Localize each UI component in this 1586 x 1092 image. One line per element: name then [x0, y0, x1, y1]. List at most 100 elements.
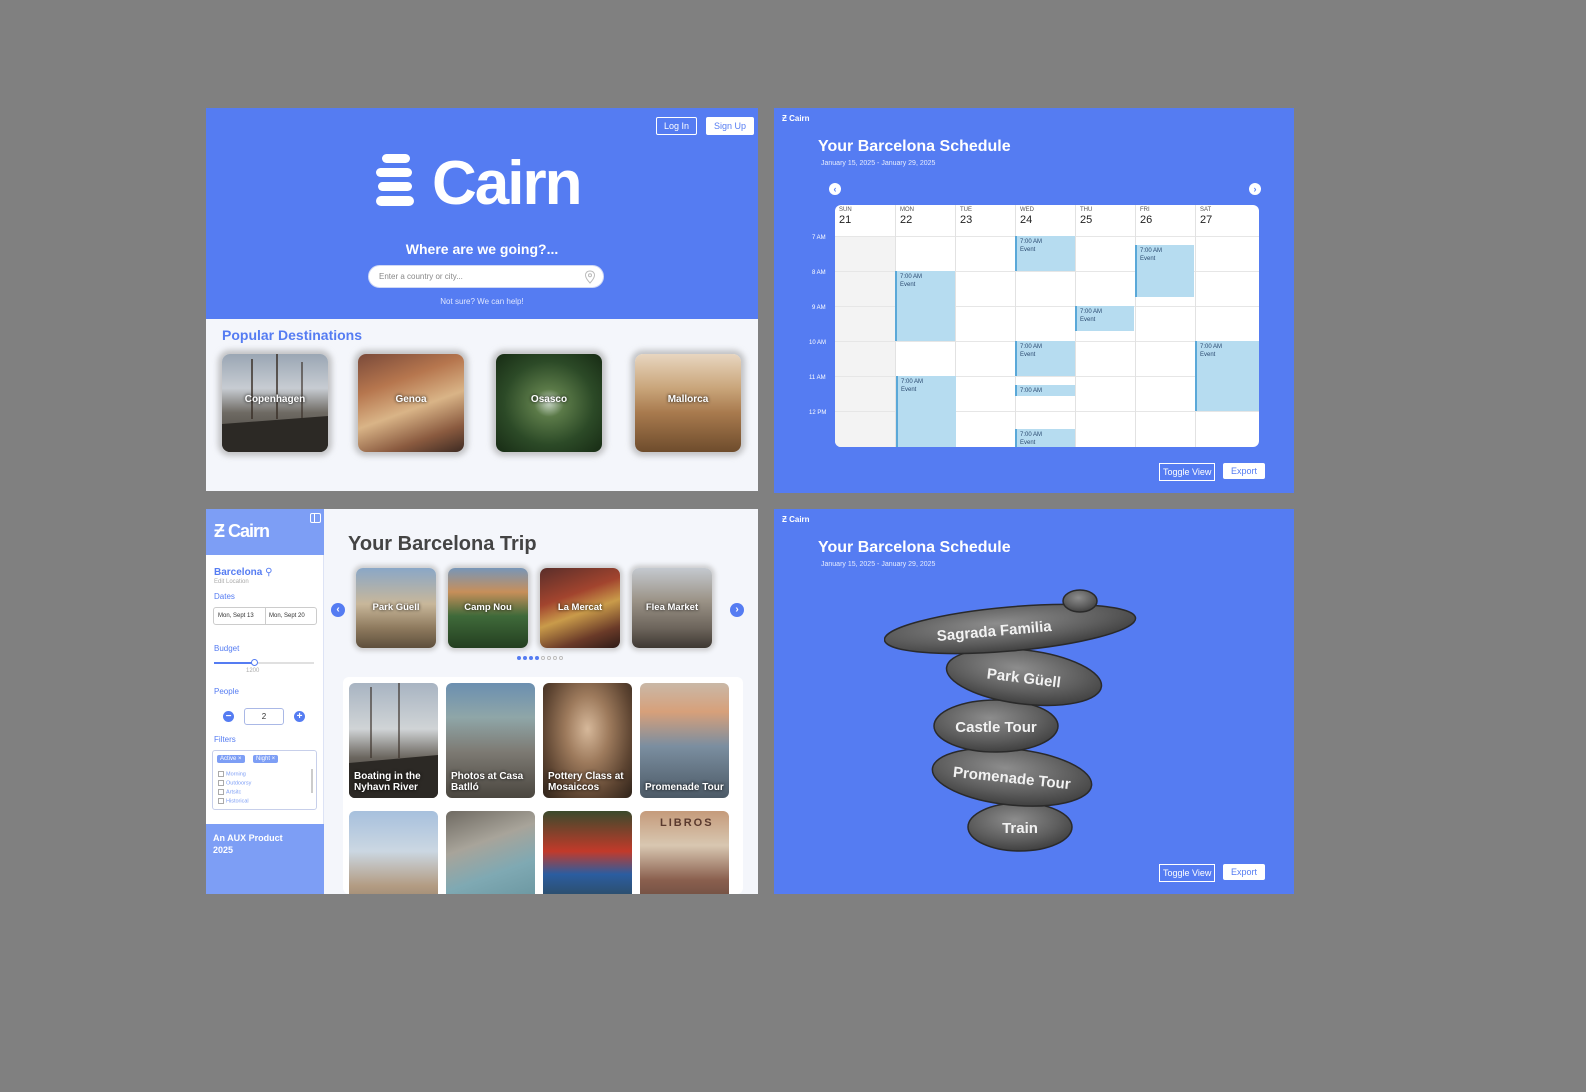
chevron-left-icon[interactable]: ‹: [829, 183, 841, 195]
chevron-right-icon[interactable]: ›: [1249, 183, 1261, 195]
pagination-dot[interactable]: [553, 656, 557, 660]
budget-slider-handle[interactable]: [251, 659, 258, 666]
destination-card[interactable]: Genoa: [358, 354, 464, 452]
activity-label: Photos at Casa Batlló: [451, 771, 524, 793]
increment-icon[interactable]: +: [294, 711, 305, 722]
destination-name: Genoa: [395, 394, 427, 405]
carousel-prev-icon[interactable]: ‹: [331, 603, 345, 617]
calendar-event[interactable]: 7:00 AM Event: [1015, 429, 1075, 447]
time-label: 12 PM: [809, 410, 827, 416]
toggle-view-button[interactable]: Toggle View: [1159, 864, 1216, 882]
day-column: SUN 21: [835, 205, 895, 447]
pagination-dot[interactable]: [523, 656, 527, 660]
start-date[interactable]: Mon, Sept 13: [218, 613, 254, 619]
activity-card[interactable]: Photos at Casa Batlló: [446, 683, 535, 798]
people-count-input[interactable]: 2: [244, 708, 284, 725]
pagination-dot[interactable]: [535, 656, 539, 660]
day-name: WED: [1020, 207, 1034, 213]
calendar-event[interactable]: 7:00 AM: [1015, 385, 1075, 396]
carousel-card[interactable]: Park Güell: [356, 568, 436, 648]
export-button[interactable]: Export: [1223, 864, 1266, 880]
budget-slider[interactable]: [214, 659, 314, 666]
carousel-card[interactable]: Flea Market: [632, 568, 712, 648]
login-button[interactable]: Log In: [656, 117, 698, 135]
filter-scrollbar[interactable]: [311, 769, 313, 793]
destination-card[interactable]: Osasco: [496, 354, 602, 452]
event-time: 7:00 AM: [1020, 239, 1043, 245]
pagination-dot[interactable]: [559, 656, 563, 660]
activity-label: Boating in the Nyhavn River: [354, 771, 421, 793]
activity-card[interactable]: Promenade Tour: [640, 683, 729, 798]
landing-hero: Log In Sign Up Cairn Where are we going?…: [206, 108, 758, 319]
stone-castle-tour[interactable]: Castle Tour: [933, 699, 1059, 753]
edit-location-link[interactable]: Edit Location: [214, 579, 249, 585]
pagination-dot[interactable]: [541, 656, 545, 660]
schedule-title: Your Barcelona Schedule: [818, 539, 1011, 556]
calendar-event[interactable]: 7:00 AM Event: [1015, 236, 1075, 271]
activity-card[interactable]: [349, 811, 438, 894]
export-button[interactable]: Export: [1223, 463, 1266, 479]
sidebar: Ƶ Cairn Barcelona ⚲ Edit Location Dates …: [206, 509, 324, 894]
event-title: Event: [901, 387, 917, 393]
filter-option[interactable]: Outdoorsy: [218, 780, 251, 786]
calendar-event[interactable]: 7:00 AM Event: [1015, 341, 1075, 376]
filter-option[interactable]: Morning: [218, 771, 246, 777]
toggle-view-button[interactable]: Toggle View: [1159, 463, 1216, 481]
destination-card[interactable]: Mallorca: [635, 354, 741, 452]
pagination-dot[interactable]: [529, 656, 533, 660]
sidebar-collapse-icon[interactable]: [310, 513, 321, 523]
calendar-event[interactable]: 7:00 AM Event: [895, 271, 955, 341]
mini-brand-name: Cairn: [789, 515, 810, 524]
calendar-event[interactable]: 7:00 AM Event: [896, 376, 956, 447]
activity-card[interactable]: Pottery Class at Mosaiccos: [543, 683, 632, 798]
calendar-event[interactable]: 7:00 AM Event: [1195, 341, 1259, 411]
activity-card[interactable]: [543, 811, 632, 894]
calendar-event[interactable]: 7:00 AM Event: [1075, 306, 1134, 331]
budget-slider-fill: [214, 662, 254, 664]
help-link[interactable]: Not sure? We can help!: [206, 297, 758, 306]
filter-option[interactable]: Artsitc: [218, 789, 241, 795]
destination-name: Mallorca: [667, 394, 709, 405]
destination-search-input[interactable]: Enter a country or city...: [368, 265, 604, 288]
event-title: Event: [900, 282, 916, 288]
sidebar-brand-name: Cairn: [228, 521, 270, 541]
mini-brand-name: Cairn: [789, 114, 810, 123]
filter-chip[interactable]: Active ×: [217, 755, 245, 763]
decrement-icon[interactable]: −: [223, 711, 234, 722]
stone-label: Train: [1002, 820, 1038, 837]
location-pin-icon: ⚲: [265, 567, 273, 578]
carousel-card[interactable]: La Mercat: [540, 568, 620, 648]
carousel-next-icon[interactable]: ›: [730, 603, 744, 617]
day-column: FRI 26: [1135, 205, 1195, 447]
day-number: 22: [900, 214, 913, 226]
destination-card[interactable]: Copenhagen: [222, 354, 328, 452]
location-pin-icon: [584, 270, 596, 284]
date-range-picker[interactable]: Mon, Sept 13 Mon, Sept 20: [213, 607, 317, 625]
time-label: 10 AM: [809, 340, 827, 346]
calendar-event[interactable]: 7:00 AM Event: [1135, 245, 1194, 297]
activity-label: Pottery Class at Mosaiccos: [548, 771, 624, 793]
landing-screen: Log In Sign Up Cairn Where are we going?…: [206, 108, 758, 491]
event-time: 7:00 AM: [1200, 344, 1223, 350]
activity-card[interactable]: LIBROS: [640, 811, 729, 894]
end-date[interactable]: Mon, Sept 20: [265, 608, 305, 624]
carousel-card[interactable]: Camp Nou: [448, 568, 528, 648]
budget-label: Budget: [214, 644, 240, 653]
sidebar-footer: An AUX Product 2025: [206, 824, 324, 894]
activity-card[interactable]: Boating in the Nyhavn River: [349, 683, 438, 798]
filter-chip[interactable]: Night ×: [253, 755, 279, 763]
week-calendar: SUN 21 MON 22 TUE 23 WED 24 THU 25 FRI 2…: [835, 205, 1259, 447]
day-name: THU: [1080, 207, 1093, 213]
stone-sagrada-familia[interactable]: Sagrada Familia: [884, 589, 1137, 662]
pagination-dot[interactable]: [517, 656, 521, 660]
destination-name: Copenhagen: [244, 394, 306, 405]
activity-grid: Boating in the Nyhavn River Photos at Ca…: [343, 677, 743, 894]
pagination-dot[interactable]: [547, 656, 551, 660]
filters-select[interactable]: Active × Night × Morning Outdoorsy Artsi…: [212, 750, 317, 810]
carousel-pagination[interactable]: [517, 656, 565, 660]
signup-button[interactable]: Sign Up: [706, 117, 755, 135]
activity-label: Promenade Tour: [645, 782, 724, 793]
stone-train[interactable]: Train: [967, 802, 1073, 852]
filter-option[interactable]: Historical: [218, 798, 249, 804]
activity-card[interactable]: [446, 811, 535, 894]
